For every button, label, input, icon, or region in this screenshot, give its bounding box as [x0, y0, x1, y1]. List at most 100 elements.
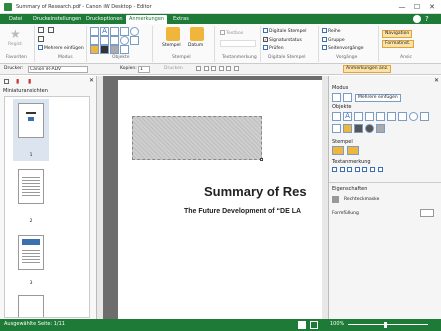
star-icon[interactable]: ★ — [10, 27, 21, 41]
stamp-icon[interactable] — [332, 146, 344, 155]
text-strike-icon[interactable] — [362, 167, 368, 172]
view-icon[interactable] — [233, 66, 239, 71]
drucken-button[interactable]: Drucken — [164, 66, 183, 72]
resize-handle[interactable] — [260, 158, 263, 161]
stempel-button[interactable]: Stempel — [162, 43, 181, 49]
polyline-icon[interactable] — [332, 124, 341, 133]
fit-icon[interactable] — [226, 66, 232, 71]
rotate-icon[interactable] — [211, 66, 217, 71]
rectangle-icon[interactable] — [354, 112, 363, 121]
redo-icon[interactable] — [203, 66, 209, 71]
pen-icon[interactable] — [332, 112, 341, 121]
reihe-button[interactable]: Reihe — [322, 28, 341, 35]
regist-button[interactable]: Regist. — [8, 42, 23, 48]
anmerkungen-anzeigen-button[interactable]: Anmerkungen anz. — [343, 65, 392, 73]
select-arrow-icon[interactable] — [38, 27, 44, 33]
left-scrollbar[interactable] — [97, 76, 103, 319]
drucker-select[interactable]: Canon iR-ADV — [28, 66, 88, 73]
signaturstatus-checkbox[interactable]: ✓ Signaturstatus — [263, 37, 302, 44]
mehrere-einfuegen-button[interactable]: Mehrere einfügen — [38, 45, 84, 52]
polygon-icon[interactable] — [420, 112, 429, 121]
thumbnail-page-4[interactable] — [18, 295, 44, 317]
bookmark-icon[interactable]: ▮ — [28, 78, 31, 85]
tab-druckeinstellungen[interactable]: Druckeinstellungen — [30, 15, 84, 24]
two-page-view-icon[interactable] — [310, 321, 318, 329]
document-heading: Summary of Res — [204, 184, 307, 199]
filled-rectangle-icon[interactable] — [100, 45, 109, 54]
polyline-icon[interactable] — [110, 36, 119, 45]
tab-extras[interactable]: Extras — [170, 15, 192, 24]
ellipse-icon[interactable] — [130, 27, 139, 36]
gruppe-button[interactable]: Gruppe — [322, 37, 345, 44]
text-bold-icon[interactable] — [339, 167, 345, 172]
textbox-button[interactable]: Textbox — [220, 30, 243, 37]
digitale-stempel-button[interactable]: Digitale Stempel — [263, 28, 306, 35]
text-underline-icon[interactable] — [354, 167, 360, 172]
pages-icon[interactable] — [4, 79, 9, 84]
tab-anmerkungen[interactable]: Anmerkungen — [126, 15, 168, 24]
document-page[interactable]: Summary of Res The Future Development of… — [118, 80, 326, 319]
filled-ellipse-icon[interactable] — [365, 124, 374, 133]
hand-mode-icon[interactable] — [343, 93, 352, 102]
line-icon[interactable] — [90, 36, 99, 45]
thumbnail-page-3[interactable] — [18, 235, 44, 270]
datum-button[interactable]: Datum — [188, 43, 203, 49]
thumbnail-page-2[interactable] — [18, 169, 44, 204]
tab-druckoptionen[interactable]: Druckoptionen — [83, 15, 126, 24]
formatinst-button[interactable]: Formatinst. — [382, 40, 414, 48]
filled-rectangle-icon[interactable] — [354, 124, 363, 133]
select-mode-icon[interactable] — [332, 93, 341, 102]
link-icon[interactable] — [365, 112, 374, 121]
thumbnail-page-1[interactable] — [18, 103, 44, 138]
kopien-input[interactable]: 1 — [138, 66, 150, 73]
arrow-icon[interactable] — [100, 36, 109, 45]
text-cursor-icon[interactable] — [332, 167, 337, 172]
stamp-icon[interactable] — [166, 27, 180, 41]
right-panel-close-icon[interactable]: ✕ — [434, 77, 439, 84]
tab-datei[interactable]: Datei — [6, 15, 25, 24]
undo-icon[interactable] — [196, 66, 201, 71]
seitenvorgaenge-button[interactable]: Seitenvorgänge — [322, 45, 364, 52]
zoom-slider-thumb[interactable] — [384, 322, 387, 328]
pen-icon[interactable] — [90, 27, 99, 36]
reihe-label: Reihe — [328, 29, 341, 34]
text-align-icon[interactable] — [369, 167, 375, 172]
arrow-icon[interactable] — [387, 112, 396, 121]
rectangle-outline-icon[interactable] — [120, 27, 129, 36]
help-icon[interactable]: ? — [425, 14, 429, 24]
line-icon[interactable] — [376, 112, 385, 121]
pruefen-button[interactable]: Prüfen — [263, 45, 284, 52]
zoom-slider[interactable] — [348, 324, 428, 325]
group-icon — [322, 37, 327, 42]
date-stamp-icon[interactable] — [347, 146, 359, 155]
circle-icon[interactable] — [120, 36, 129, 45]
navigation-button[interactable]: Navigation — [382, 30, 413, 38]
mehrere-einfuegen-panel-button[interactable]: Mehrere einfügen — [355, 94, 401, 102]
rectangle-mask-annotation[interactable] — [132, 116, 262, 160]
fill-color-dropdown[interactable] — [420, 209, 434, 217]
panel-close-icon[interactable]: ✕ — [89, 77, 94, 84]
text-tool-icon[interactable]: A — [343, 112, 352, 121]
annotation-list-icon[interactable]: ▮ — [16, 78, 19, 85]
highlighter-icon[interactable] — [90, 45, 99, 54]
text-select-icon[interactable] — [38, 36, 44, 42]
polygon-icon[interactable] — [130, 36, 139, 45]
mask-icon[interactable] — [376, 124, 385, 133]
maximize-button[interactable]: ☐ — [411, 2, 423, 12]
close-button[interactable]: ✕ — [426, 2, 438, 12]
rectangle-icon[interactable] — [110, 27, 119, 36]
link-icon[interactable] — [120, 45, 129, 54]
highlighter-icon[interactable] — [343, 124, 352, 133]
text-color-icon[interactable] — [377, 167, 383, 172]
hand-icon[interactable] — [48, 27, 54, 33]
text-tool-icon[interactable]: A — [100, 27, 109, 36]
text-italic-icon[interactable] — [347, 167, 353, 172]
ellipse-icon[interactable] — [409, 112, 418, 121]
zoom-icon[interactable] — [218, 66, 224, 71]
rectangle-outline-icon[interactable] — [398, 112, 407, 121]
mask-icon[interactable] — [110, 45, 119, 54]
user-icon[interactable] — [413, 15, 421, 23]
minimize-button[interactable]: — — [396, 2, 408, 12]
single-page-view-icon[interactable] — [298, 321, 306, 329]
date-stamp-icon[interactable] — [190, 27, 204, 41]
